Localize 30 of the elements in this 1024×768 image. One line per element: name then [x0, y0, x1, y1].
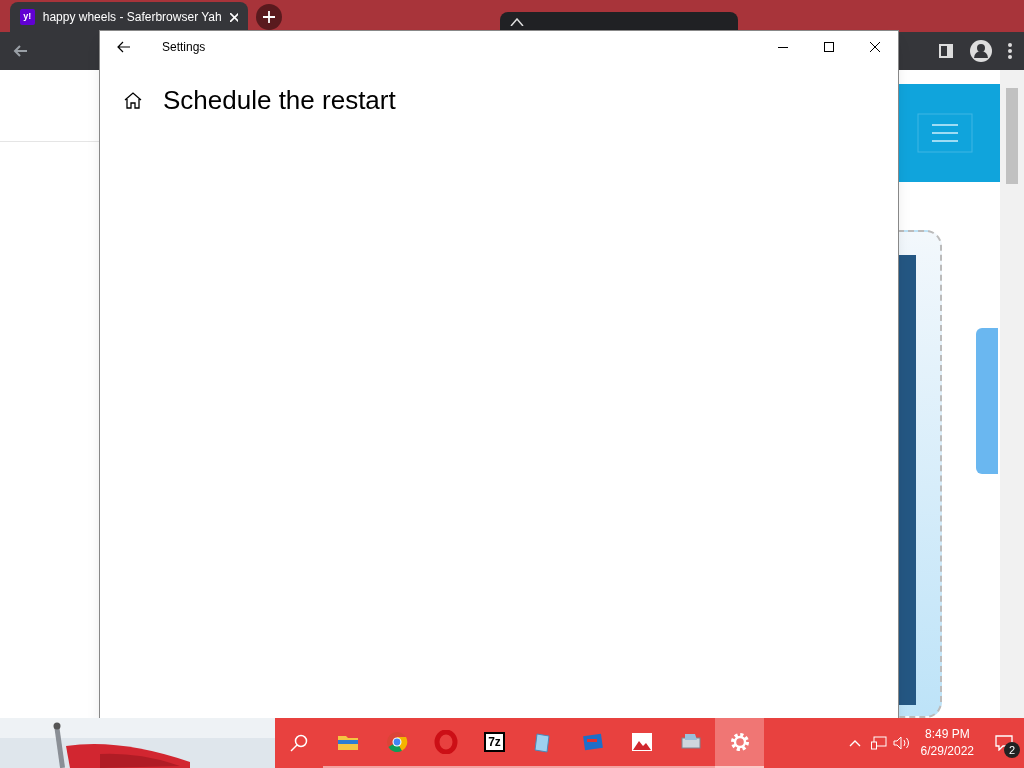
window-title: Settings [162, 39, 206, 56]
profile-icon[interactable] [970, 40, 992, 62]
notification-button[interactable]: 2 [984, 718, 1024, 768]
page-heading: Schedule the restart [163, 87, 396, 113]
network-icon[interactable] [870, 736, 887, 750]
image-icon [629, 730, 654, 754]
minimize-icon [778, 46, 788, 48]
favicon-icon [510, 18, 524, 26]
browser-icon [384, 730, 409, 754]
clock-time[interactable]: 8:49 PM [924, 726, 970, 743]
taskbar-app[interactable]: 7z [470, 718, 519, 768]
home-icon[interactable] [124, 91, 142, 109]
maximize-icon [824, 42, 834, 52]
clock-date[interactable]: 6/29/2022 [920, 743, 974, 760]
notification-badge: 2 [1004, 742, 1020, 758]
app-label: 7z [484, 732, 505, 752]
chevron-up-icon[interactable] [848, 739, 861, 747]
sidebar-icon[interactable] [938, 43, 954, 59]
new-tab-icon[interactable] [256, 4, 282, 30]
browser-tab[interactable]: y! happy wheels - Saferbrowser Yah [10, 2, 248, 32]
back-icon [117, 41, 131, 53]
close-icon[interactable] [229, 12, 238, 22]
tab-title: happy wheels - Saferbrowser Yah [42, 9, 222, 26]
ring-icon [433, 730, 458, 754]
volume-icon[interactable] [892, 736, 911, 750]
close-icon [870, 42, 880, 52]
search-icon[interactable] [290, 734, 308, 752]
favicon: y! [20, 9, 35, 25]
taskbar-app[interactable] [715, 718, 764, 768]
menu-icon[interactable] [1008, 43, 1012, 59]
